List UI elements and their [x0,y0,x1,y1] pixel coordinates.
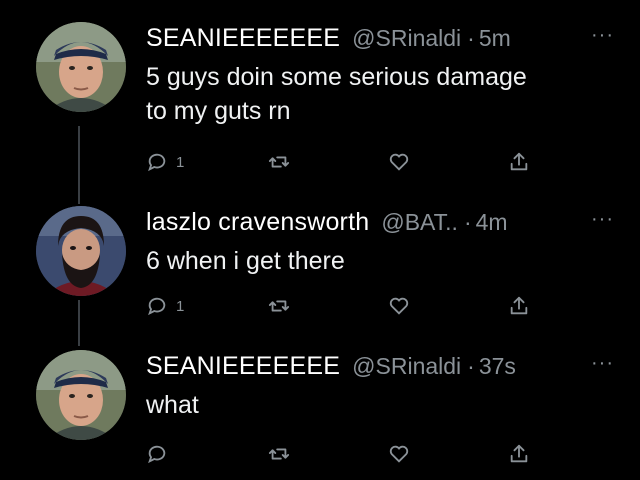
retweet-button[interactable] [268,440,290,468]
tweet-header: laszlo cravensworth @BAT.. · 4m ··· [146,208,620,244]
like-button[interactable] [388,440,410,468]
heart-icon [389,297,409,315]
more-options-icon[interactable]: ··· [591,208,614,231]
retweet-button[interactable] [268,148,290,176]
tweet-actions: 1 [146,292,546,320]
tweet-text-line: what [146,391,199,419]
reply-icon [148,153,166,172]
reply-count: 1 [176,153,185,171]
more-options-icon[interactable]: ··· [591,24,614,47]
avatar[interactable] [36,22,126,112]
display-name[interactable]: SEANIEEEEEEE [146,352,340,381]
retweet-button[interactable] [268,292,290,320]
share-icon [510,152,528,171]
user-handle[interactable]: @SRinaldi [352,353,461,380]
retweet-icon [268,448,290,460]
time-separator: · [467,353,475,379]
user-handle[interactable]: @BAT.. [381,209,458,236]
display-name[interactable]: laszlo cravensworth [146,208,369,237]
tweet-text-line: 6 when i get there [146,247,345,275]
reply-button[interactable] [146,440,168,468]
reply-icon [148,297,166,316]
tweet-thread: SEANIEEEEEEE @SRinaldi · 5m ··· 5 guys d… [0,0,640,480]
share-icon [510,444,528,463]
reply-count: 1 [176,297,185,315]
bald-man-cap-avatar-icon [36,350,126,440]
tweet-text-line: 5 guys doin some serious damage [146,63,527,91]
user-handle[interactable]: @SRinaldi [352,25,461,52]
bald-man-cap-avatar-icon [36,22,126,112]
share-button[interactable] [508,148,530,176]
retweet-icon [268,156,290,168]
avatar[interactable] [36,206,126,296]
heart-icon [389,445,409,463]
tweet-timestamp[interactable]: 37s [479,353,516,380]
like-button[interactable] [388,148,410,176]
tweet[interactable]: laszlo cravensworth @BAT.. · 4m ··· 6 wh… [0,206,640,326]
display-name[interactable]: SEANIEEEEEEE [146,24,340,53]
tweet-text: 6 when i get there [146,244,616,278]
avatar[interactable] [36,350,126,440]
reply-icon [148,445,166,464]
reply-button[interactable]: 1 [146,292,184,320]
tweet-text-line: to my guts rn [146,97,291,125]
tweet-header: SEANIEEEEEEE @SRinaldi · 5m ··· [146,24,620,60]
tweet-actions [146,440,546,468]
tweet-text: 5 guys doin some serious damage to my gu… [146,60,616,128]
heart-icon [389,153,409,171]
tweet-timestamp[interactable]: 5m [479,25,511,52]
bearded-man-avatar-icon [36,206,126,296]
share-button[interactable] [508,440,530,468]
like-button[interactable] [388,292,410,320]
tweet-timestamp[interactable]: 4m [476,209,508,236]
time-separator: · [467,25,475,51]
time-separator: · [463,209,472,235]
tweet-text: what [146,388,616,422]
more-options-icon[interactable]: ··· [591,352,614,375]
share-button[interactable] [508,292,530,320]
tweet[interactable]: SEANIEEEEEEE @SRinaldi · 5m ··· 5 guys d… [0,22,640,192]
tweet[interactable]: SEANIEEEEEEE @SRinaldi · 37s ··· what [0,350,640,470]
reply-button[interactable]: 1 [146,148,184,176]
share-icon [510,296,528,315]
tweet-header: SEANIEEEEEEE @SRinaldi · 37s ··· [146,352,620,388]
tweet-actions: 1 [146,148,546,176]
retweet-icon [268,300,290,312]
